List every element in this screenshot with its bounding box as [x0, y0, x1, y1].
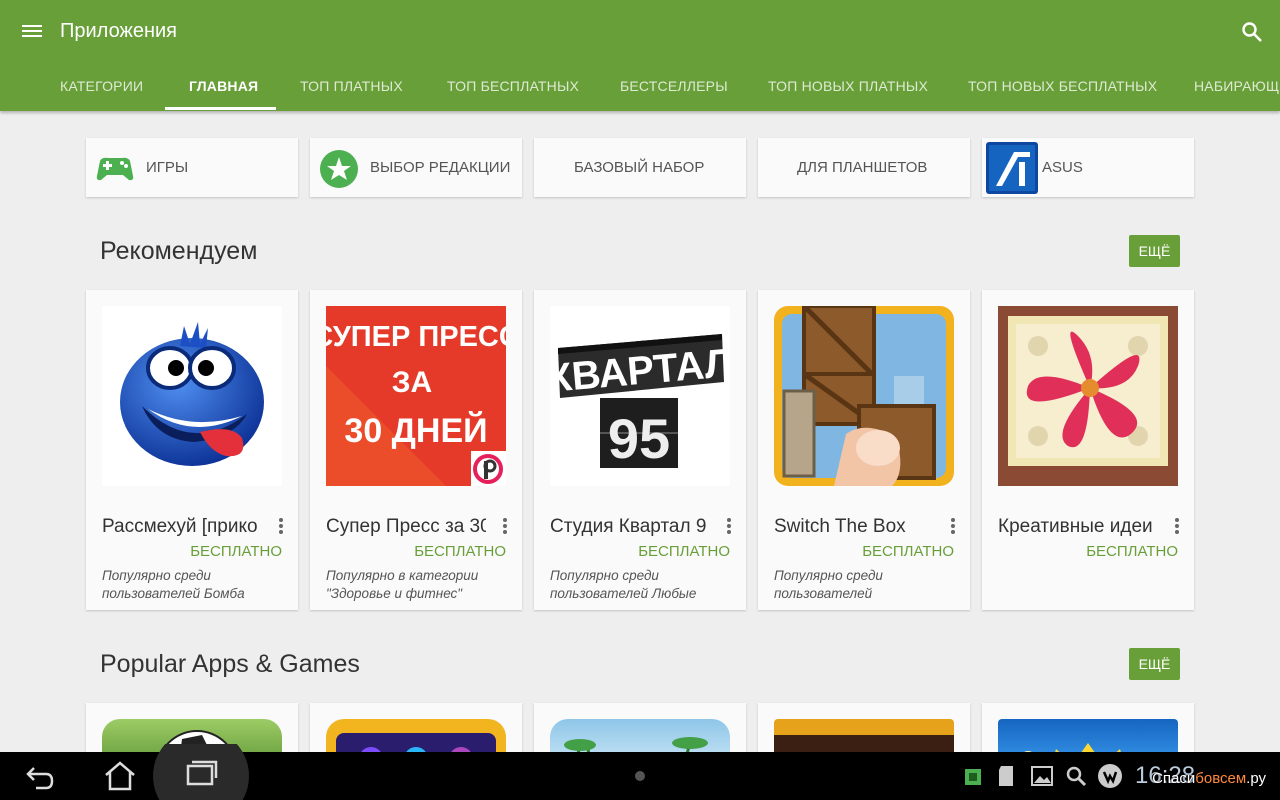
- overflow-menu-icon[interactable]: [276, 516, 286, 536]
- home-icon[interactable]: [102, 758, 138, 794]
- app-icon-switch-the-box: [774, 306, 954, 486]
- art-text-line-2: ЗА: [392, 366, 432, 399]
- app-note: Популярно среди пользователей: [774, 568, 883, 601]
- chip-label: ДЛЯ ПЛАНШЕТОВ: [797, 159, 928, 176]
- page-indicator-dot: [635, 771, 645, 781]
- chip-editors-choice[interactable]: ВЫБОР РЕДАКЦИИ: [310, 138, 522, 197]
- search-icon[interactable]: [1240, 20, 1264, 44]
- art-text-line-3: 30 ДНЕЙ: [344, 411, 487, 450]
- app-icon-kvartal-95: КВАРТАЛ 95: [550, 306, 730, 486]
- sd-card-icon: [999, 766, 1013, 786]
- app-icon-rassmehuy: [102, 306, 282, 486]
- overflow-menu-icon[interactable]: [724, 516, 734, 536]
- watermark-prefix: Спаси: [1152, 770, 1196, 787]
- app-card[interactable]: Рассмехуй [прико БЕСПЛАТНО Популярно сре…: [86, 290, 298, 610]
- recent-apps-icon[interactable]: [142, 744, 260, 800]
- app-card[interactable]: Креативные идеи БЕСПЛАТНО: [982, 290, 1194, 610]
- asus-logo-icon: [986, 142, 1038, 194]
- tab-home[interactable]: ГЛАВНАЯ: [189, 64, 258, 111]
- chip-basic-set[interactable]: БАЗОВЫЙ НАБОР: [534, 138, 746, 197]
- app-icon-super-press: СУПЕР ПРЕСС ЗА 30 ДНЕЙ: [326, 306, 506, 486]
- app-icon-creative-ideas: [998, 306, 1178, 486]
- app-card[interactable]: КВАРТАЛ 95 Студия Квартал 9 БЕСПЛАТНО По…: [534, 290, 746, 610]
- watermark-text: Спасибовсем.ру: [1152, 770, 1266, 787]
- art-text-line-2: 95: [608, 407, 670, 470]
- more-button-recommended[interactable]: ЕЩЁ: [1129, 235, 1180, 267]
- search-notification-icon: [1066, 766, 1087, 787]
- overflow-menu-icon[interactable]: [1172, 516, 1182, 536]
- vk-notification-icon: [1098, 764, 1122, 788]
- app-card[interactable]: Switch The Box БЕСПЛАТНО Популярно среди…: [758, 290, 970, 610]
- watermark-suffix: бовсем: [1195, 770, 1247, 787]
- app-name: Креативные идеи: [998, 516, 1153, 537]
- tab-top-new-paid[interactable]: ТОП НОВЫХ ПЛАТНЫХ: [768, 64, 928, 111]
- gamepad-icon: [96, 157, 134, 181]
- app-name: Супер Пресс за 30: [326, 516, 486, 537]
- chip-games[interactable]: ИГРЫ: [86, 138, 298, 197]
- chip-label: ASUS: [1042, 159, 1083, 176]
- overflow-menu-icon[interactable]: [500, 516, 510, 536]
- chip-label: ВЫБОР РЕДАКЦИИ: [370, 159, 511, 176]
- watermark-domain: .ру: [1246, 770, 1266, 787]
- app-note: Популярно среди пользователей Любые: [550, 568, 697, 601]
- android-notification-icon: [965, 769, 981, 785]
- art-text-line-1: СУПЕР ПРЕСС: [326, 321, 506, 353]
- hamburger-menu-icon[interactable]: [22, 22, 42, 42]
- chip-asus[interactable]: ASUS: [982, 138, 1194, 197]
- tab-bestsellers[interactable]: БЕСТСЕЛЛЕРЫ: [620, 64, 728, 111]
- chip-for-tablets[interactable]: ДЛЯ ПЛАНШЕТОВ: [758, 138, 970, 197]
- app-price: БЕСПЛАТНО: [190, 543, 282, 560]
- active-tab-indicator: [165, 107, 276, 110]
- section-title-popular: Popular Apps & Games: [100, 650, 360, 678]
- app-price: БЕСПЛАТНО: [638, 543, 730, 560]
- top-app-bar: Приложения КАТЕГОРИИ ГЛАВНАЯ ТОП ПЛАТНЫХ…: [0, 0, 1280, 111]
- app-price: БЕСПЛАТНО: [1086, 543, 1178, 560]
- tab-top-new-free[interactable]: ТОП НОВЫХ БЕСПЛАТНЫХ: [968, 64, 1157, 111]
- app-card[interactable]: СУПЕР ПРЕСС ЗА 30 ДНЕЙ Супер Пресс за 30…: [310, 290, 522, 610]
- chip-label: БАЗОВЫЙ НАБОР: [574, 159, 705, 176]
- tab-bar: КАТЕГОРИИ ГЛАВНАЯ ТОП ПЛАТНЫХ ТОП БЕСПЛА…: [0, 64, 1280, 111]
- tab-top-paid[interactable]: ТОП ПЛАТНЫХ: [300, 64, 403, 111]
- system-navigation-bar: [0, 744, 1280, 800]
- tab-top-free[interactable]: ТОП БЕСПЛАТНЫХ: [447, 64, 579, 111]
- app-name: Рассмехуй [прико: [102, 516, 258, 537]
- app-note: Популярно среди пользователей Бомба: [102, 568, 245, 601]
- tab-categories[interactable]: КАТЕГОРИИ: [60, 64, 143, 111]
- gallery-icon: [1031, 766, 1053, 786]
- chip-label: ИГРЫ: [146, 159, 189, 176]
- editors-choice-icon: [320, 150, 358, 188]
- app-name: Студия Квартал 9: [550, 516, 707, 537]
- more-button-popular[interactable]: ЕЩЁ: [1129, 648, 1180, 680]
- back-icon[interactable]: [22, 758, 58, 794]
- app-price: БЕСПЛАТНО: [414, 543, 506, 560]
- app-name: Switch The Box: [774, 516, 906, 537]
- app-bar-title: Приложения: [60, 20, 178, 42]
- section-title-recommended: Рекомендуем: [100, 237, 258, 265]
- overflow-menu-icon[interactable]: [948, 516, 958, 536]
- app-note: Популярно в категории "Здоровье и фитнес…: [326, 568, 479, 601]
- app-price: БЕСПЛАТНО: [862, 543, 954, 560]
- tab-trending[interactable]: НАБИРАЮЩ: [1194, 64, 1279, 111]
